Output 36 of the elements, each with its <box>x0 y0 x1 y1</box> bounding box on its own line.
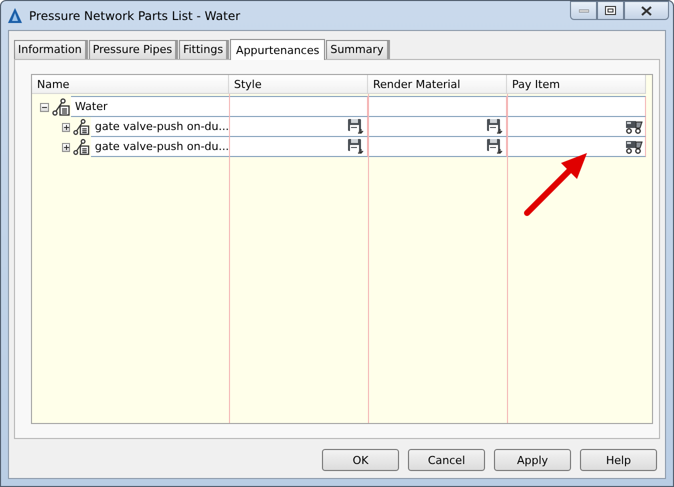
tree-item[interactable]: gate valve-push on-du... <box>90 116 229 137</box>
help-button[interactable]: Help <box>580 449 657 471</box>
cancel-button[interactable]: Cancel <box>408 449 485 471</box>
close-button[interactable] <box>624 1 669 20</box>
close-icon <box>641 6 652 16</box>
save-icon[interactable] <box>486 118 504 135</box>
minimize-icon <box>578 8 588 12</box>
tab[interactable]: Information <box>14 40 88 59</box>
tab[interactable]: Summary <box>326 40 390 59</box>
truck-icon[interactable] <box>625 139 643 154</box>
tree-item[interactable]: gate valve-push on-du... <box>90 136 229 157</box>
column-header[interactable]: Render Material <box>368 75 507 94</box>
column-header[interactable]: Pay Item <box>507 75 646 94</box>
network-icon <box>52 98 71 116</box>
tab[interactable]: Appurtenances <box>230 39 326 60</box>
apply-button[interactable]: Apply <box>494 449 571 471</box>
window-title: Pressure Network Parts List - Water <box>29 8 240 22</box>
tab[interactable]: Fittings <box>179 40 230 59</box>
maximize-button[interactable] <box>597 1 624 20</box>
save-icon[interactable] <box>486 138 504 155</box>
truck-icon[interactable] <box>625 119 643 134</box>
minimize-button[interactable] <box>570 1 597 20</box>
app-logo-icon <box>7 6 23 24</box>
ok-button[interactable]: OK <box>322 449 399 471</box>
network-icon <box>73 118 91 136</box>
restore-icon <box>605 6 616 15</box>
column-header[interactable]: Name <box>32 75 229 94</box>
save-icon[interactable] <box>347 138 365 155</box>
collapse-toggle[interactable] <box>40 102 49 112</box>
tab[interactable]: Pressure Pipes <box>88 40 178 59</box>
network-icon <box>73 138 91 156</box>
tree-item[interactable]: Water <box>71 96 229 117</box>
save-icon[interactable] <box>347 118 365 135</box>
column-header[interactable]: Style <box>229 75 368 94</box>
expand-toggle[interactable] <box>62 142 70 152</box>
expand-toggle[interactable] <box>62 122 70 132</box>
